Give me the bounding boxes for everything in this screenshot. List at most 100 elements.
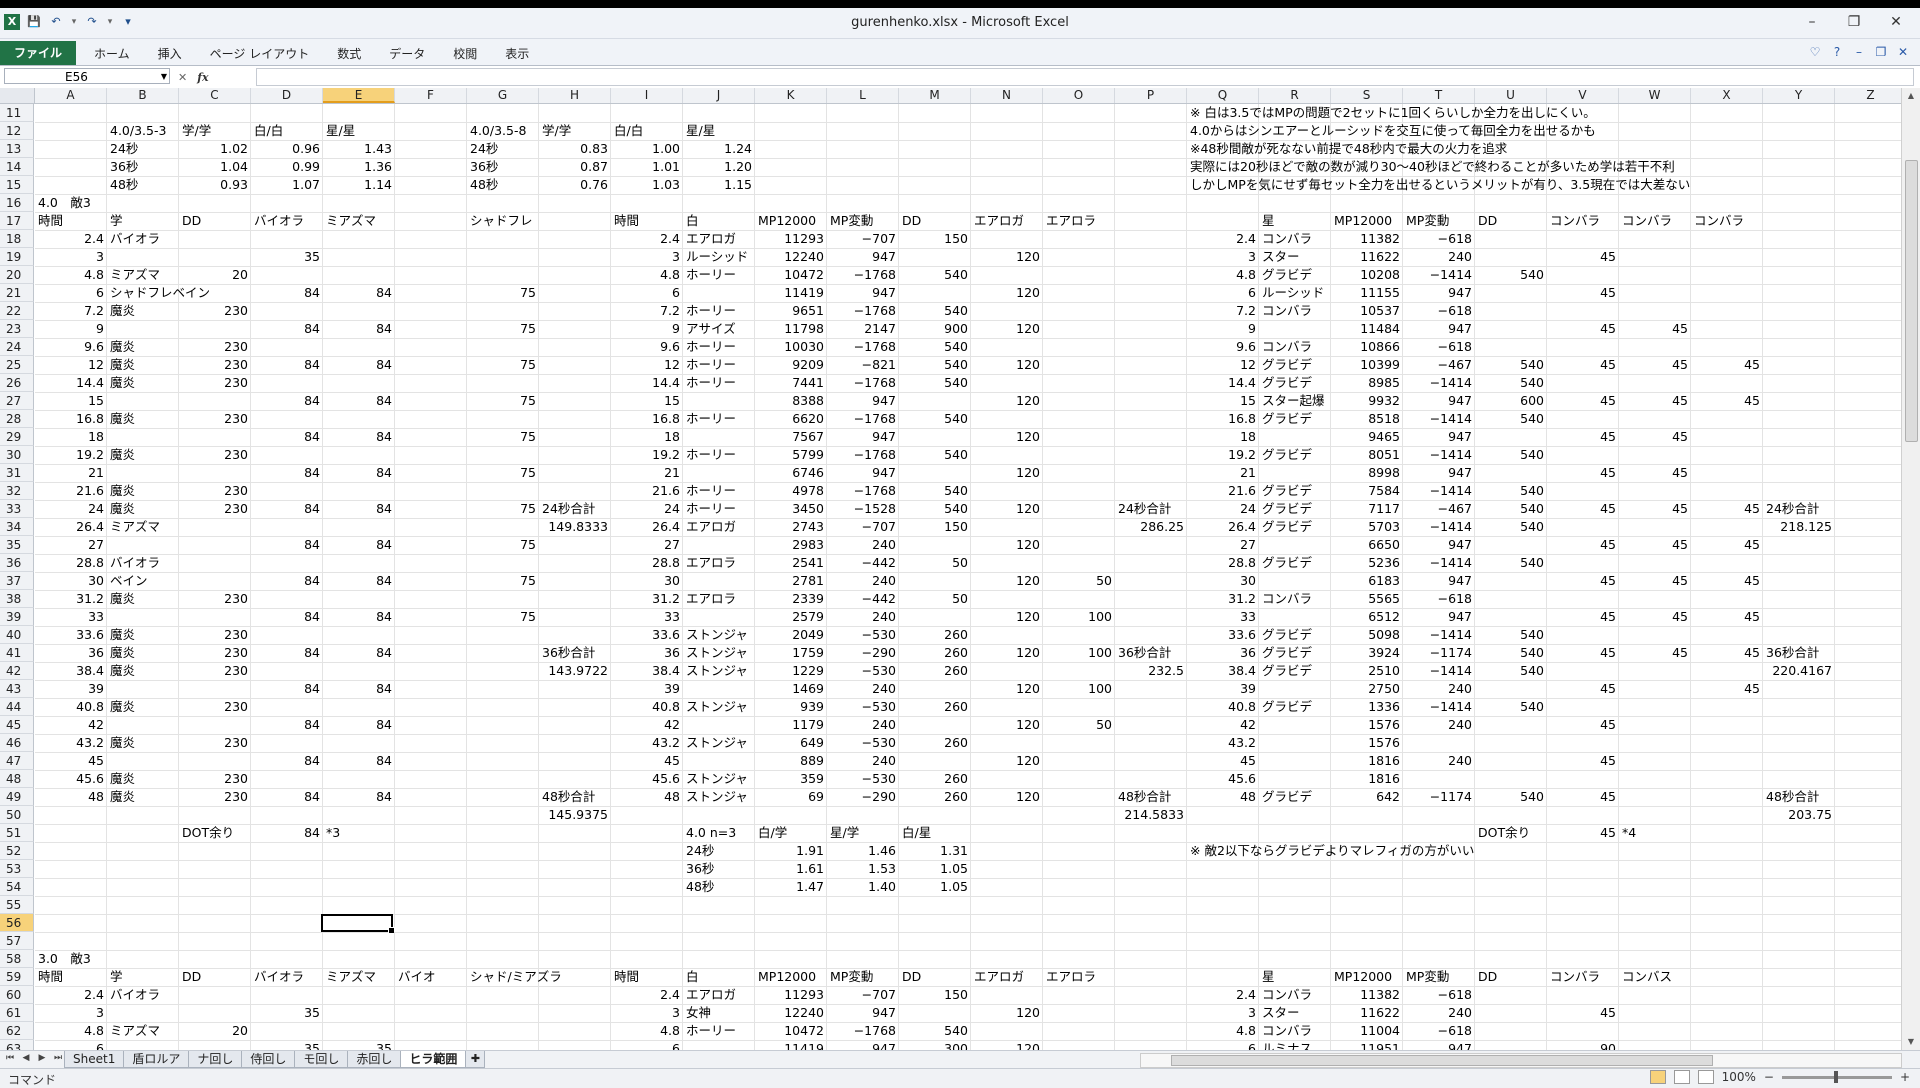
cell-j22[interactable]: ホーリー	[683, 302, 739, 320]
cell-e47[interactable]: 84	[323, 752, 395, 770]
horizontal-scroll-thumb[interactable]	[1171, 1055, 1713, 1066]
cell-i62[interactable]: 4.8	[611, 1022, 683, 1040]
column-header-g[interactable]: G	[467, 88, 539, 103]
row-gridlines[interactable]	[35, 122, 1902, 141]
cell-m49[interactable]: 260	[899, 788, 971, 806]
cell-v37[interactable]: 45	[1547, 572, 1619, 590]
cell-s59[interactable]: MP12000	[1331, 968, 1395, 986]
cell-j25[interactable]: ホーリー	[683, 356, 739, 374]
cell-w37[interactable]: 45	[1619, 572, 1691, 590]
cell-e59[interactable]: ミアズマ	[323, 968, 379, 986]
cell-s43[interactable]: 2750	[1331, 680, 1403, 698]
cell-j26[interactable]: ホーリー	[683, 374, 739, 392]
cell-b14[interactable]: 36秒	[107, 158, 141, 176]
cell-p50[interactable]: 214.5833	[1115, 806, 1187, 824]
cell-o45[interactable]: 50	[1043, 716, 1115, 734]
cell-y50[interactable]: 203.75	[1763, 806, 1835, 824]
cell-s28[interactable]: 8518	[1331, 410, 1403, 428]
cell-s25[interactable]: 10399	[1331, 356, 1403, 374]
cell-l53[interactable]: 1.53	[827, 860, 899, 878]
cell-s44[interactable]: 1336	[1331, 698, 1403, 716]
cell-l26[interactable]: −1768	[827, 374, 899, 392]
column-header-l[interactable]: L	[827, 88, 899, 103]
cell-q15[interactable]: しかしMPを気にせず毎セット全力を出せるというメリットが有り、3.5現在では大差…	[1187, 176, 1693, 194]
cell-a43[interactable]: 39	[35, 680, 107, 698]
row-gridlines[interactable]	[35, 950, 1902, 969]
cell-q22[interactable]: 7.2	[1187, 302, 1259, 320]
cell-i41[interactable]: 36	[611, 644, 683, 662]
cell-i26[interactable]: 14.4	[611, 374, 683, 392]
cell-c32[interactable]: 230	[179, 482, 251, 500]
select-all-corner[interactable]	[0, 88, 35, 103]
cell-r40[interactable]: グラビデ	[1259, 626, 1315, 644]
cell-t21[interactable]: 947	[1403, 284, 1475, 302]
cell-t19[interactable]: 240	[1403, 248, 1475, 266]
cell-s26[interactable]: 8985	[1331, 374, 1403, 392]
cell-n23[interactable]: 120	[971, 320, 1043, 338]
cell-k22[interactable]: 9651	[755, 302, 827, 320]
cell-e29[interactable]: 84	[323, 428, 395, 446]
cell-u20[interactable]: 540	[1475, 266, 1547, 284]
row-header[interactable]: 59	[0, 968, 34, 986]
cell-m38[interactable]: 50	[899, 590, 971, 608]
cell-r18[interactable]: コンバラ	[1259, 230, 1315, 248]
row-header[interactable]: 28	[0, 410, 34, 428]
cell-q52[interactable]: ※ 敵2以下ならグラビデよりマレフィガの方がいい	[1187, 842, 1477, 860]
cell-g33[interactable]: 75	[467, 500, 539, 518]
column-header-y[interactable]: Y	[1763, 88, 1835, 103]
row-header[interactable]: 43	[0, 680, 34, 698]
cell-k23[interactable]: 11798	[755, 320, 827, 338]
cell-t35[interactable]: 947	[1403, 536, 1475, 554]
cell-d47[interactable]: 84	[251, 752, 323, 770]
cell-l29[interactable]: 947	[827, 428, 899, 446]
cell-m34[interactable]: 150	[899, 518, 971, 536]
cell-s37[interactable]: 6183	[1331, 572, 1403, 590]
cell-j60[interactable]: エアロガ	[683, 986, 739, 1004]
sheet-tab[interactable]: ヒラ範囲	[400, 1051, 467, 1068]
cell-j59[interactable]: 白	[683, 968, 702, 986]
column-header-w[interactable]: W	[1619, 88, 1691, 103]
cell-w29[interactable]: 45	[1619, 428, 1691, 446]
cell-d25[interactable]: 84	[251, 356, 323, 374]
cell-l46[interactable]: −530	[827, 734, 899, 752]
cell-d13[interactable]: 0.96	[251, 140, 323, 158]
cell-j23[interactable]: アサイズ	[683, 320, 739, 338]
cell-q23[interactable]: 9	[1187, 320, 1259, 338]
sheet-tab[interactable]: 侍回し	[241, 1051, 296, 1068]
cell-s45[interactable]: 1576	[1331, 716, 1403, 734]
ribbon-tab[interactable]: 表示	[491, 43, 543, 65]
cell-e15[interactable]: 1.14	[323, 176, 395, 194]
row-header[interactable]: 13	[0, 140, 34, 158]
cell-q42[interactable]: 38.4	[1187, 662, 1259, 680]
cell-n47[interactable]: 120	[971, 752, 1043, 770]
cell-u25[interactable]: 540	[1475, 356, 1547, 374]
cell-a38[interactable]: 31.2	[35, 590, 107, 608]
cell-h13[interactable]: 0.83	[539, 140, 611, 158]
cell-s49[interactable]: 642	[1331, 788, 1403, 806]
row-header[interactable]: 58	[0, 950, 34, 968]
cell-j62[interactable]: ホーリー	[683, 1022, 739, 1040]
row-header[interactable]: 29	[0, 428, 34, 446]
cell-a36[interactable]: 28.8	[35, 554, 107, 572]
cell-i20[interactable]: 4.8	[611, 266, 683, 284]
cell-m28[interactable]: 540	[899, 410, 971, 428]
cell-s31[interactable]: 8998	[1331, 464, 1403, 482]
cell-r25[interactable]: グラビデ	[1259, 356, 1315, 374]
ribbon-tab[interactable]: ページ レイアウト	[196, 43, 324, 65]
cell-h15[interactable]: 0.76	[539, 176, 611, 194]
sheet-tab[interactable]: 盾ロルア	[123, 1051, 190, 1068]
row-header[interactable]: 45	[0, 716, 34, 734]
cell-t59[interactable]: MP変動	[1403, 968, 1452, 986]
cell-i30[interactable]: 19.2	[611, 446, 683, 464]
minimize-button[interactable]: –	[1794, 12, 1830, 32]
cell-l35[interactable]: 240	[827, 536, 899, 554]
cell-l18[interactable]: −707	[827, 230, 899, 248]
cell-o41[interactable]: 100	[1043, 644, 1115, 662]
cell-a60[interactable]: 2.4	[35, 986, 107, 1004]
cell-l25[interactable]: −821	[827, 356, 899, 374]
cell-b38[interactable]: 魔炎	[107, 590, 138, 608]
cell-i18[interactable]: 2.4	[611, 230, 683, 248]
cell-r19[interactable]: スター	[1259, 248, 1303, 266]
cell-v19[interactable]: 45	[1547, 248, 1619, 266]
cell-n41[interactable]: 120	[971, 644, 1043, 662]
